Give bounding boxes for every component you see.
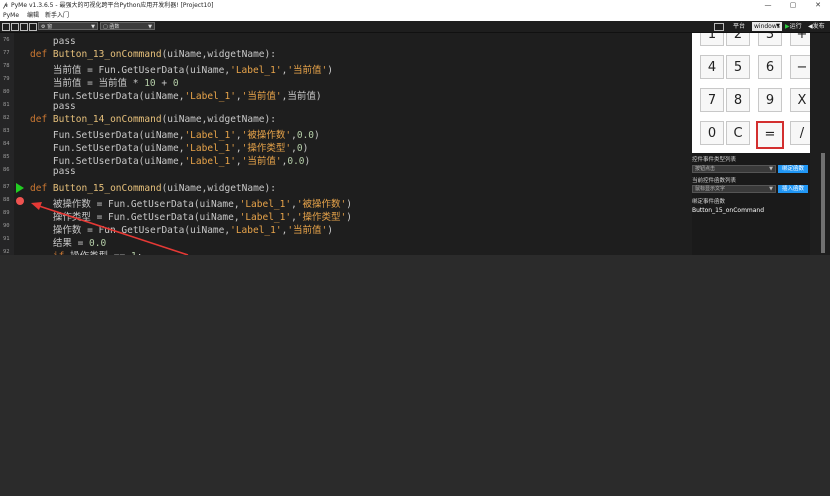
function-select-value: ▢ 函数 bbox=[103, 24, 120, 30]
function-combo[interactable]: 鼠标显示文字 ▼ bbox=[692, 185, 776, 193]
calc-key-7[interactable]: 7 bbox=[700, 88, 724, 112]
run-button[interactable]: ▶运行 bbox=[785, 21, 802, 32]
event-type-combo[interactable]: 按钮点击 ▼ bbox=[692, 165, 776, 173]
widget-select[interactable]: ⚙ 窗 ▼ bbox=[38, 22, 98, 30]
right-panel: 1 2 3 + 4 5 6 − 7 8 9 X 0 C = / 控件事件类型列表… bbox=[692, 33, 810, 255]
calc-key-equals[interactable]: = bbox=[756, 121, 784, 149]
calc-key-clear[interactable]: C bbox=[726, 121, 750, 145]
calc-key-0[interactable]: 0 bbox=[700, 121, 724, 145]
publish-label: 发布 bbox=[812, 23, 825, 30]
save-file-icon[interactable] bbox=[20, 23, 28, 31]
menu-edit[interactable]: 编辑 bbox=[27, 11, 39, 21]
platform-dropdown[interactable]: windows ▼ bbox=[752, 22, 782, 31]
annotation-arrow bbox=[31, 202, 189, 255]
toolbar: ⚙ 窗 ▼ ▢ 函数 ▼ 平台 windows ▼ ▶运行 ◀发布 bbox=[0, 21, 830, 33]
function-list-label: 当前控件函数列表 bbox=[692, 178, 737, 184]
vertical-scrollbar[interactable] bbox=[810, 33, 830, 255]
bind-function-button[interactable]: 绑定函数 bbox=[778, 165, 808, 173]
publish-button[interactable]: ◀发布 bbox=[808, 21, 825, 32]
calc-key-3[interactable]: 3 bbox=[758, 33, 782, 46]
calc-key-4[interactable]: 4 bbox=[700, 55, 724, 79]
chevron-down-icon: ▼ bbox=[769, 166, 773, 172]
empty-bottom-area bbox=[0, 255, 830, 496]
calc-key-1[interactable]: 1 bbox=[700, 33, 724, 46]
function-select[interactable]: ▢ 函数 ▼ bbox=[100, 22, 155, 30]
maximize-button[interactable]: ▢ bbox=[781, 0, 805, 11]
calc-key-plus[interactable]: + bbox=[790, 33, 810, 46]
calc-key-5[interactable]: 5 bbox=[726, 55, 750, 79]
event-list-label: 控件事件类型列表 bbox=[692, 157, 737, 163]
calc-key-9[interactable]: 9 bbox=[758, 88, 782, 112]
event-type-value: 按钮点击 bbox=[695, 166, 716, 172]
chevron-down-icon: ▼ bbox=[91, 24, 95, 30]
bound-function-label: 绑定事件函数 bbox=[692, 199, 726, 205]
calc-key-multiply[interactable]: X bbox=[790, 88, 810, 112]
insert-function-button[interactable]: 插入函数 bbox=[778, 185, 808, 193]
function-value: 鼠标显示文字 bbox=[695, 186, 726, 192]
window-title: PyMe v1.3.6.5 - 最强大的可视化跨平台Python应用开发利器! … bbox=[11, 2, 214, 9]
run-label: 运行 bbox=[789, 23, 802, 30]
chevron-down-icon: ▼ bbox=[776, 23, 780, 29]
menu-pyme[interactable]: PyMe bbox=[3, 11, 19, 21]
close-button[interactable]: ✕ bbox=[806, 0, 830, 11]
calc-key-6[interactable]: 6 bbox=[758, 55, 782, 79]
calc-key-2[interactable]: 2 bbox=[726, 33, 750, 46]
platform-label: 平台 bbox=[733, 23, 746, 30]
calc-key-8[interactable]: 8 bbox=[726, 88, 750, 112]
chevron-down-icon: ▼ bbox=[148, 24, 152, 30]
save-all-icon[interactable] bbox=[29, 23, 37, 31]
scrollbar-thumb[interactable] bbox=[821, 153, 825, 253]
layout-icon[interactable] bbox=[714, 23, 724, 31]
widget-select-value: ⚙ 窗 bbox=[41, 24, 53, 30]
calc-key-minus[interactable]: − bbox=[790, 55, 810, 79]
app-logo-icon: 𝓅 bbox=[3, 1, 8, 9]
bound-function-value: Button_15_onCommand bbox=[692, 207, 765, 214]
calculator-preview: 1 2 3 + 4 5 6 − 7 8 9 X 0 C = / bbox=[692, 33, 810, 153]
new-file-icon[interactable] bbox=[2, 23, 10, 31]
title-bar: 𝓅 PyMe v1.3.6.5 - 最强大的可视化跨平台Python应用开发利器… bbox=[0, 0, 830, 11]
menu-beginner[interactable]: 新手入门 bbox=[45, 11, 69, 21]
calc-key-divide[interactable]: / bbox=[790, 121, 810, 145]
chevron-down-icon: ▼ bbox=[769, 186, 773, 192]
minimize-button[interactable]: — bbox=[756, 0, 780, 11]
open-file-icon[interactable] bbox=[11, 23, 19, 31]
